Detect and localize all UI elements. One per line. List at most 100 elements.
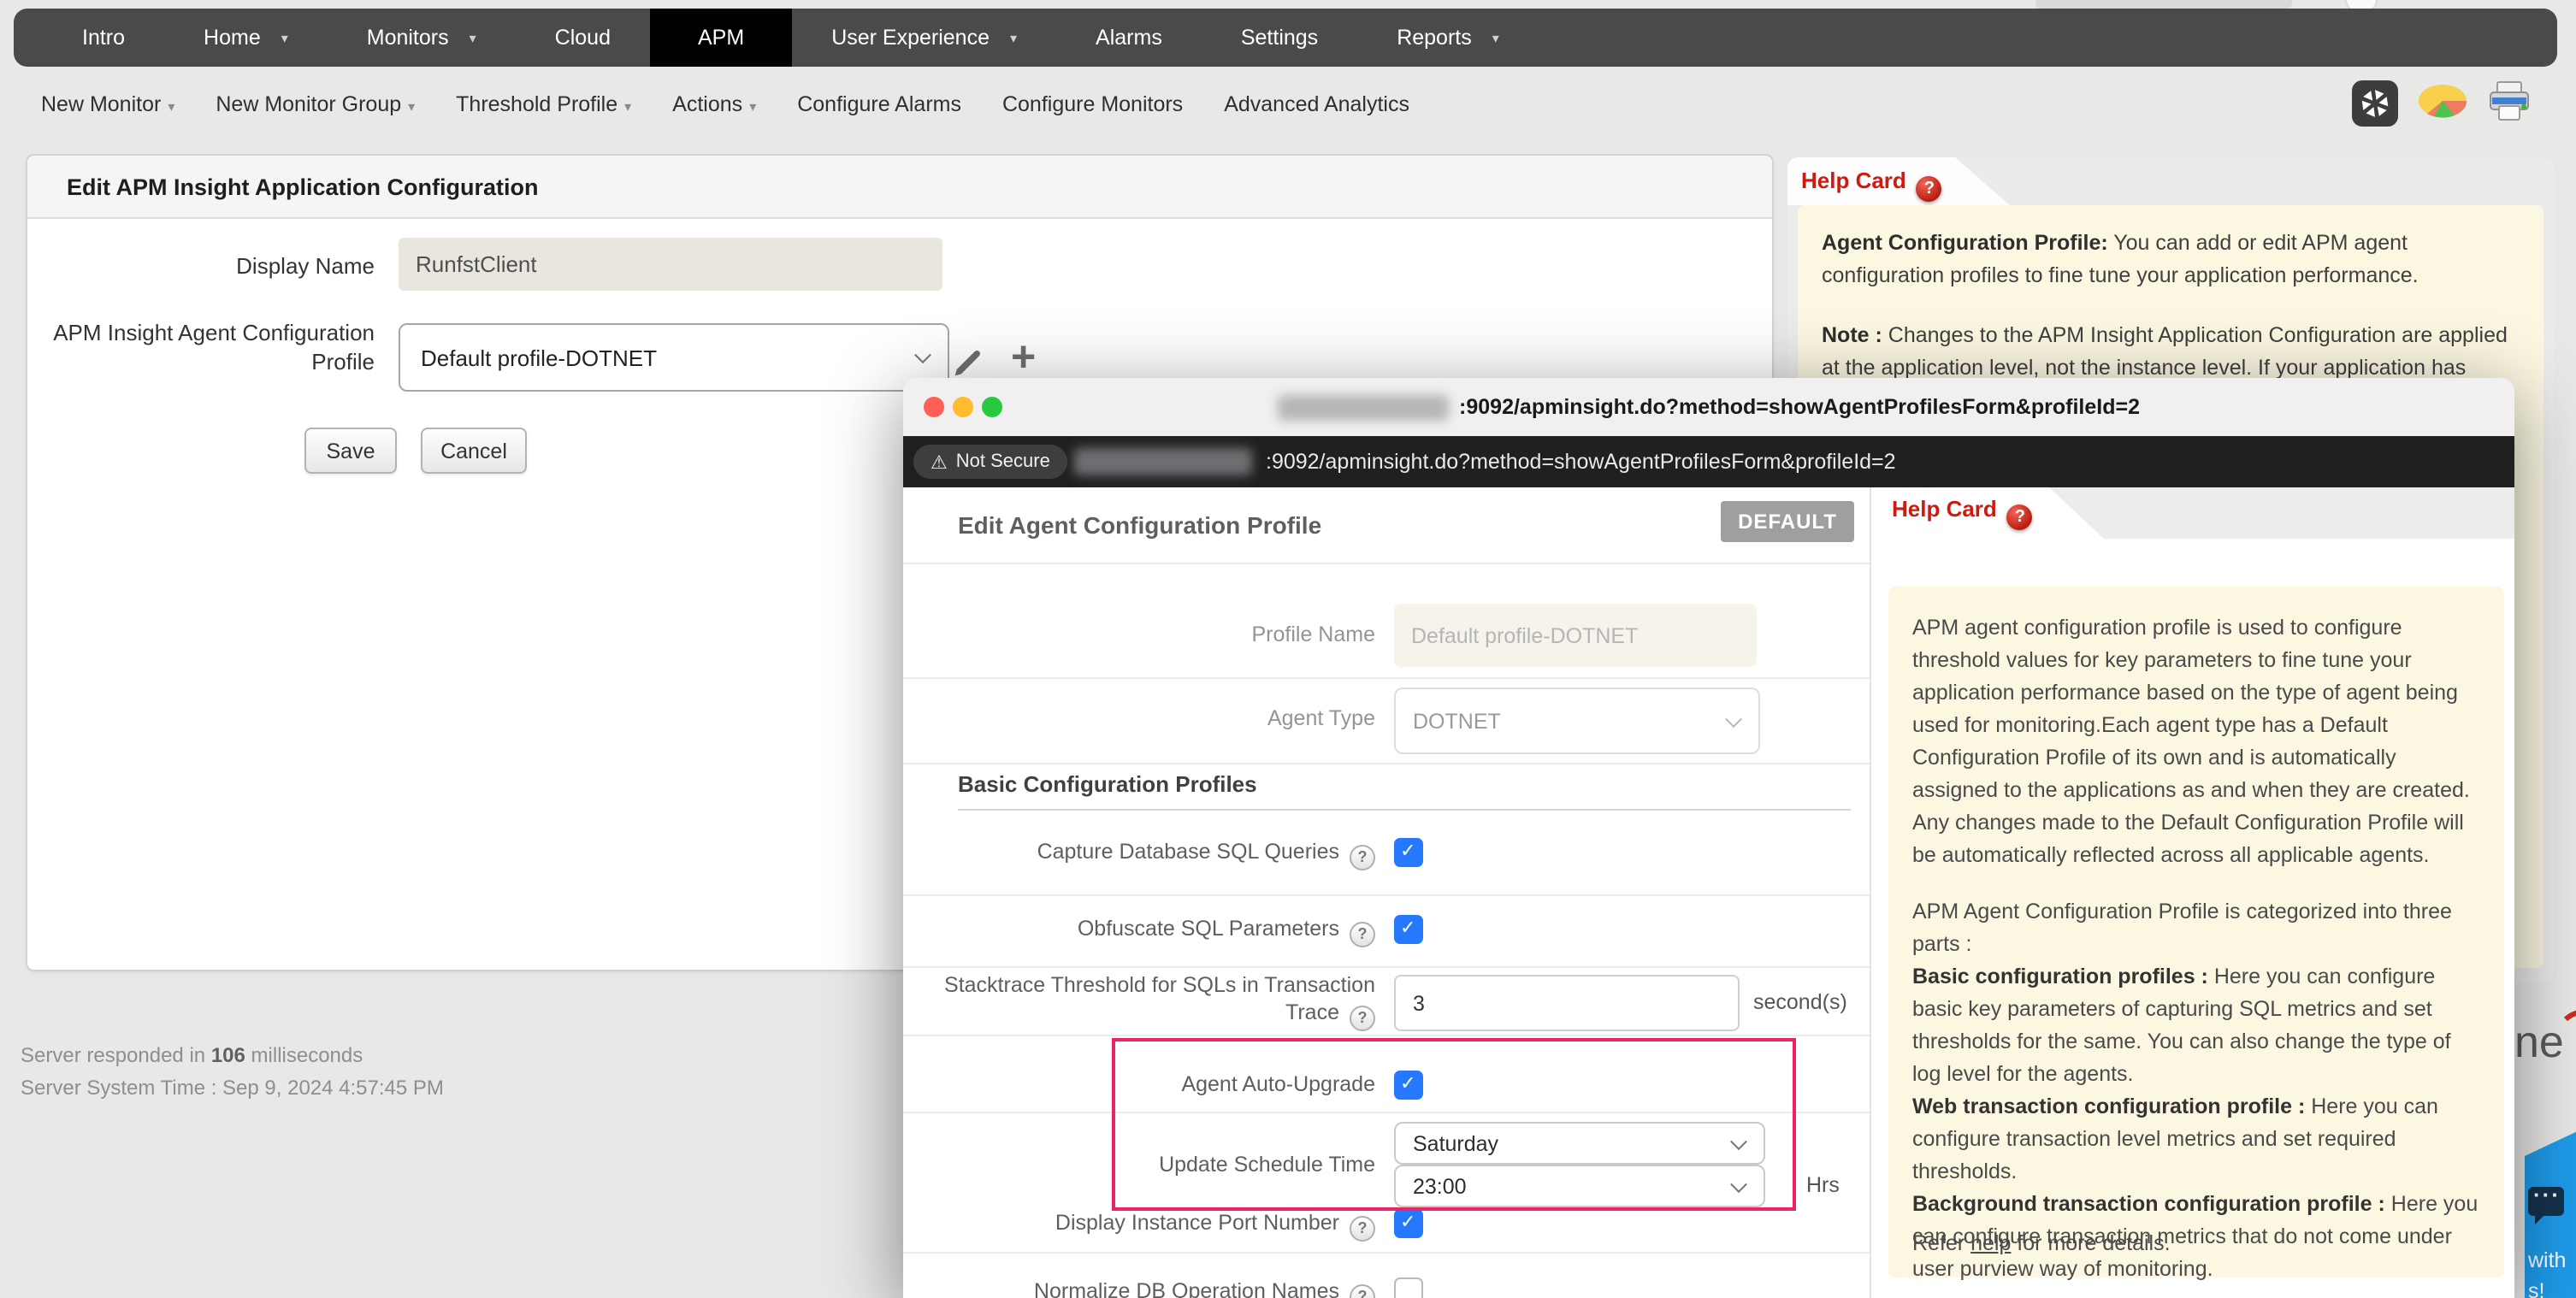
chat-widget-fragment[interactable]: with s! (2525, 1129, 2576, 1298)
window-title: :9092/apminsight.do?method=showAgentProf… (1459, 395, 2140, 419)
normalize-db-label: Normalize DB Operation Names? (903, 1277, 1375, 1298)
nav-label: Settings (1241, 26, 1318, 50)
chevron-down-icon: ▾ (408, 99, 415, 115)
help-tooltip-icon[interactable]: ? (1350, 845, 1375, 870)
server-system-time: Server System Time : Sep 9, 2024 4:57:45… (21, 1076, 444, 1100)
section-rule (958, 809, 1851, 811)
help-tooltip-icon[interactable]: ? (1350, 1284, 1375, 1298)
nav-tab-monitors[interactable]: Monitors ▾ (328, 9, 516, 67)
profile-form-header: Edit Agent Configuration Profile (958, 511, 1321, 539)
browser-chrome-remnant (2035, 0, 2292, 9)
schedule-day-select[interactable]: Saturday (1394, 1122, 1765, 1165)
stacktrace-threshold-label: Stacktrace Threshold for SQLs in Transac… (903, 971, 1375, 1031)
obfuscate-sql-checkbox[interactable] (1394, 915, 1423, 944)
help-question-icon: ? (2007, 504, 2033, 530)
manageengine-logo-fragment: ne (2514, 1002, 2576, 1084)
help-tooltip-icon[interactable]: ? (1350, 922, 1375, 947)
chevron-down-icon (1730, 1132, 1747, 1149)
nav-tab-reports[interactable]: Reports ▾ (1357, 9, 1539, 67)
nav-label: Alarms (1096, 26, 1162, 50)
chevron-down-icon: ▾ (281, 30, 288, 45)
modal-help-note: APM agent configuration profile is used … (1888, 587, 2504, 1277)
chevron-down-icon: ▾ (168, 99, 174, 115)
popup-body: Edit Agent Configuration Profile DEFAULT… (903, 487, 2514, 1298)
nav-tab-alarms[interactable]: Alarms (1056, 9, 1202, 67)
profile-name-input[interactable]: Default profile-DOTNET (1394, 604, 1757, 667)
nav-label: Intro (82, 26, 125, 50)
nav-tab-intro[interactable]: Intro (43, 9, 164, 67)
divider (903, 1252, 1870, 1254)
nav-label: APM (698, 26, 744, 50)
screen: Intro Home ▾ Monitors ▾ Cloud APM User Exp… (0, 0, 2576, 1298)
snapshot-icon[interactable] (2352, 80, 2398, 127)
chevron-down-icon (1725, 710, 1742, 727)
help-paragraph: Basic configuration profiles : Here you … (1912, 961, 2480, 1091)
chat-bubble-icon (2528, 1187, 2564, 1216)
help-card-title: Help Card? (1801, 168, 1942, 202)
toolbar-advanced-analytics[interactable]: Advanced Analytics (1224, 92, 1409, 116)
nav-tab-home[interactable]: Home ▾ (164, 9, 328, 67)
toolbar-new-monitor[interactable]: New Monitor▾ (41, 92, 174, 116)
display-port-checkbox[interactable] (1394, 1209, 1423, 1238)
popup-address-bar: ⚠ Not Secure :9092/apminsight.do?method=… (903, 436, 2514, 487)
nav-label: Cloud (555, 26, 611, 50)
toolbar-new-monitor-group[interactable]: New Monitor Group▾ (216, 92, 415, 116)
chevron-down-icon: ▾ (1010, 30, 1017, 45)
help-link[interactable]: help (1970, 1231, 2011, 1255)
default-badge: DEFAULT (1721, 501, 1854, 542)
nav-label: Reports (1397, 26, 1472, 50)
chevron-down-icon: ▾ (624, 99, 631, 115)
server-response-status: Server responded in 106 milliseconds (21, 1043, 363, 1067)
main-nav: Intro Home ▾ Monitors ▾ Cloud APM User Exp… (14, 9, 2557, 67)
display-port-label: Display Instance Port Number? (903, 1209, 1375, 1242)
not-secure-badge[interactable]: ⚠ Not Secure (913, 445, 1067, 479)
toolbar-configure-alarms[interactable]: Configure Alarms (797, 92, 961, 116)
warning-icon: ⚠ (931, 451, 948, 473)
help-paragraph: Web transaction configuration profile : … (1912, 1091, 2480, 1189)
toolbar-actions[interactable]: Actions▾ (672, 92, 756, 116)
capture-sql-checkbox[interactable] (1394, 838, 1423, 867)
nav-label: User Experience (831, 26, 990, 50)
nav-tab-cloud[interactable]: Cloud (516, 9, 650, 67)
modal-help-title: Help Card? (1892, 496, 2033, 530)
add-profile-plus-icon[interactable]: + (1011, 337, 1036, 380)
cancel-button[interactable]: Cancel (421, 428, 527, 474)
chevron-down-icon: ▾ (749, 99, 756, 115)
help-tooltip-icon[interactable]: ? (1350, 1216, 1375, 1242)
chevron-down-icon: ▾ (1492, 30, 1499, 45)
chat-text: s! (2528, 1279, 2544, 1298)
normalize-db-checkbox[interactable] (1394, 1277, 1423, 1298)
redacted-host-blur (1278, 394, 1449, 420)
display-name-label: Display Name (27, 253, 375, 279)
nav-label: Home (204, 26, 261, 50)
capture-sql-label: Capture Database SQL Queries? (903, 838, 1375, 870)
chevron-down-icon (1730, 1175, 1747, 1192)
save-button[interactable]: Save (304, 428, 397, 474)
schedule-time-select[interactable]: 23:00 (1394, 1165, 1765, 1207)
pie-chart-icon[interactable] (2417, 82, 2468, 125)
divider (903, 1035, 1870, 1036)
nav-label: Monitors (367, 26, 449, 50)
url-text[interactable]: :9092/apminsight.do?method=showAgentProf… (1266, 436, 1896, 487)
help-question-icon: ? (1917, 176, 1942, 202)
content-help-divider (1870, 487, 1871, 1298)
divider (903, 894, 1870, 896)
nav-tab-user-experience[interactable]: User Experience ▾ (792, 9, 1056, 67)
toolbar-configure-monitors[interactable]: Configure Monitors (1002, 92, 1183, 116)
print-icon[interactable] (2487, 80, 2532, 127)
nav-tab-apm[interactable]: APM (650, 9, 792, 67)
popup-titlebar: :9092/apminsight.do?method=showAgentProf… (903, 378, 2514, 438)
toolbar-threshold-profile[interactable]: Threshold Profile▾ (456, 92, 631, 116)
nav-tab-settings[interactable]: Settings (1202, 9, 1357, 67)
agent-profile-popup-window: :9092/apminsight.do?method=showAgentProf… (903, 378, 2514, 1298)
stacktrace-threshold-input[interactable]: 3 (1394, 975, 1740, 1031)
display-name-input[interactable]: RunfstClient (399, 238, 942, 291)
chevron-down-icon: ▾ (470, 30, 476, 45)
divider (903, 563, 1870, 564)
basic-config-section-title: Basic Configuration Profiles (958, 771, 1257, 797)
help-tooltip-icon[interactable]: ? (1350, 1006, 1375, 1031)
divider (903, 763, 1870, 764)
agent-profile-select[interactable]: Default profile-DOTNET (399, 323, 949, 392)
redacted-host-blur (1074, 448, 1252, 475)
agent-type-select[interactable]: DOTNET (1394, 687, 1760, 754)
